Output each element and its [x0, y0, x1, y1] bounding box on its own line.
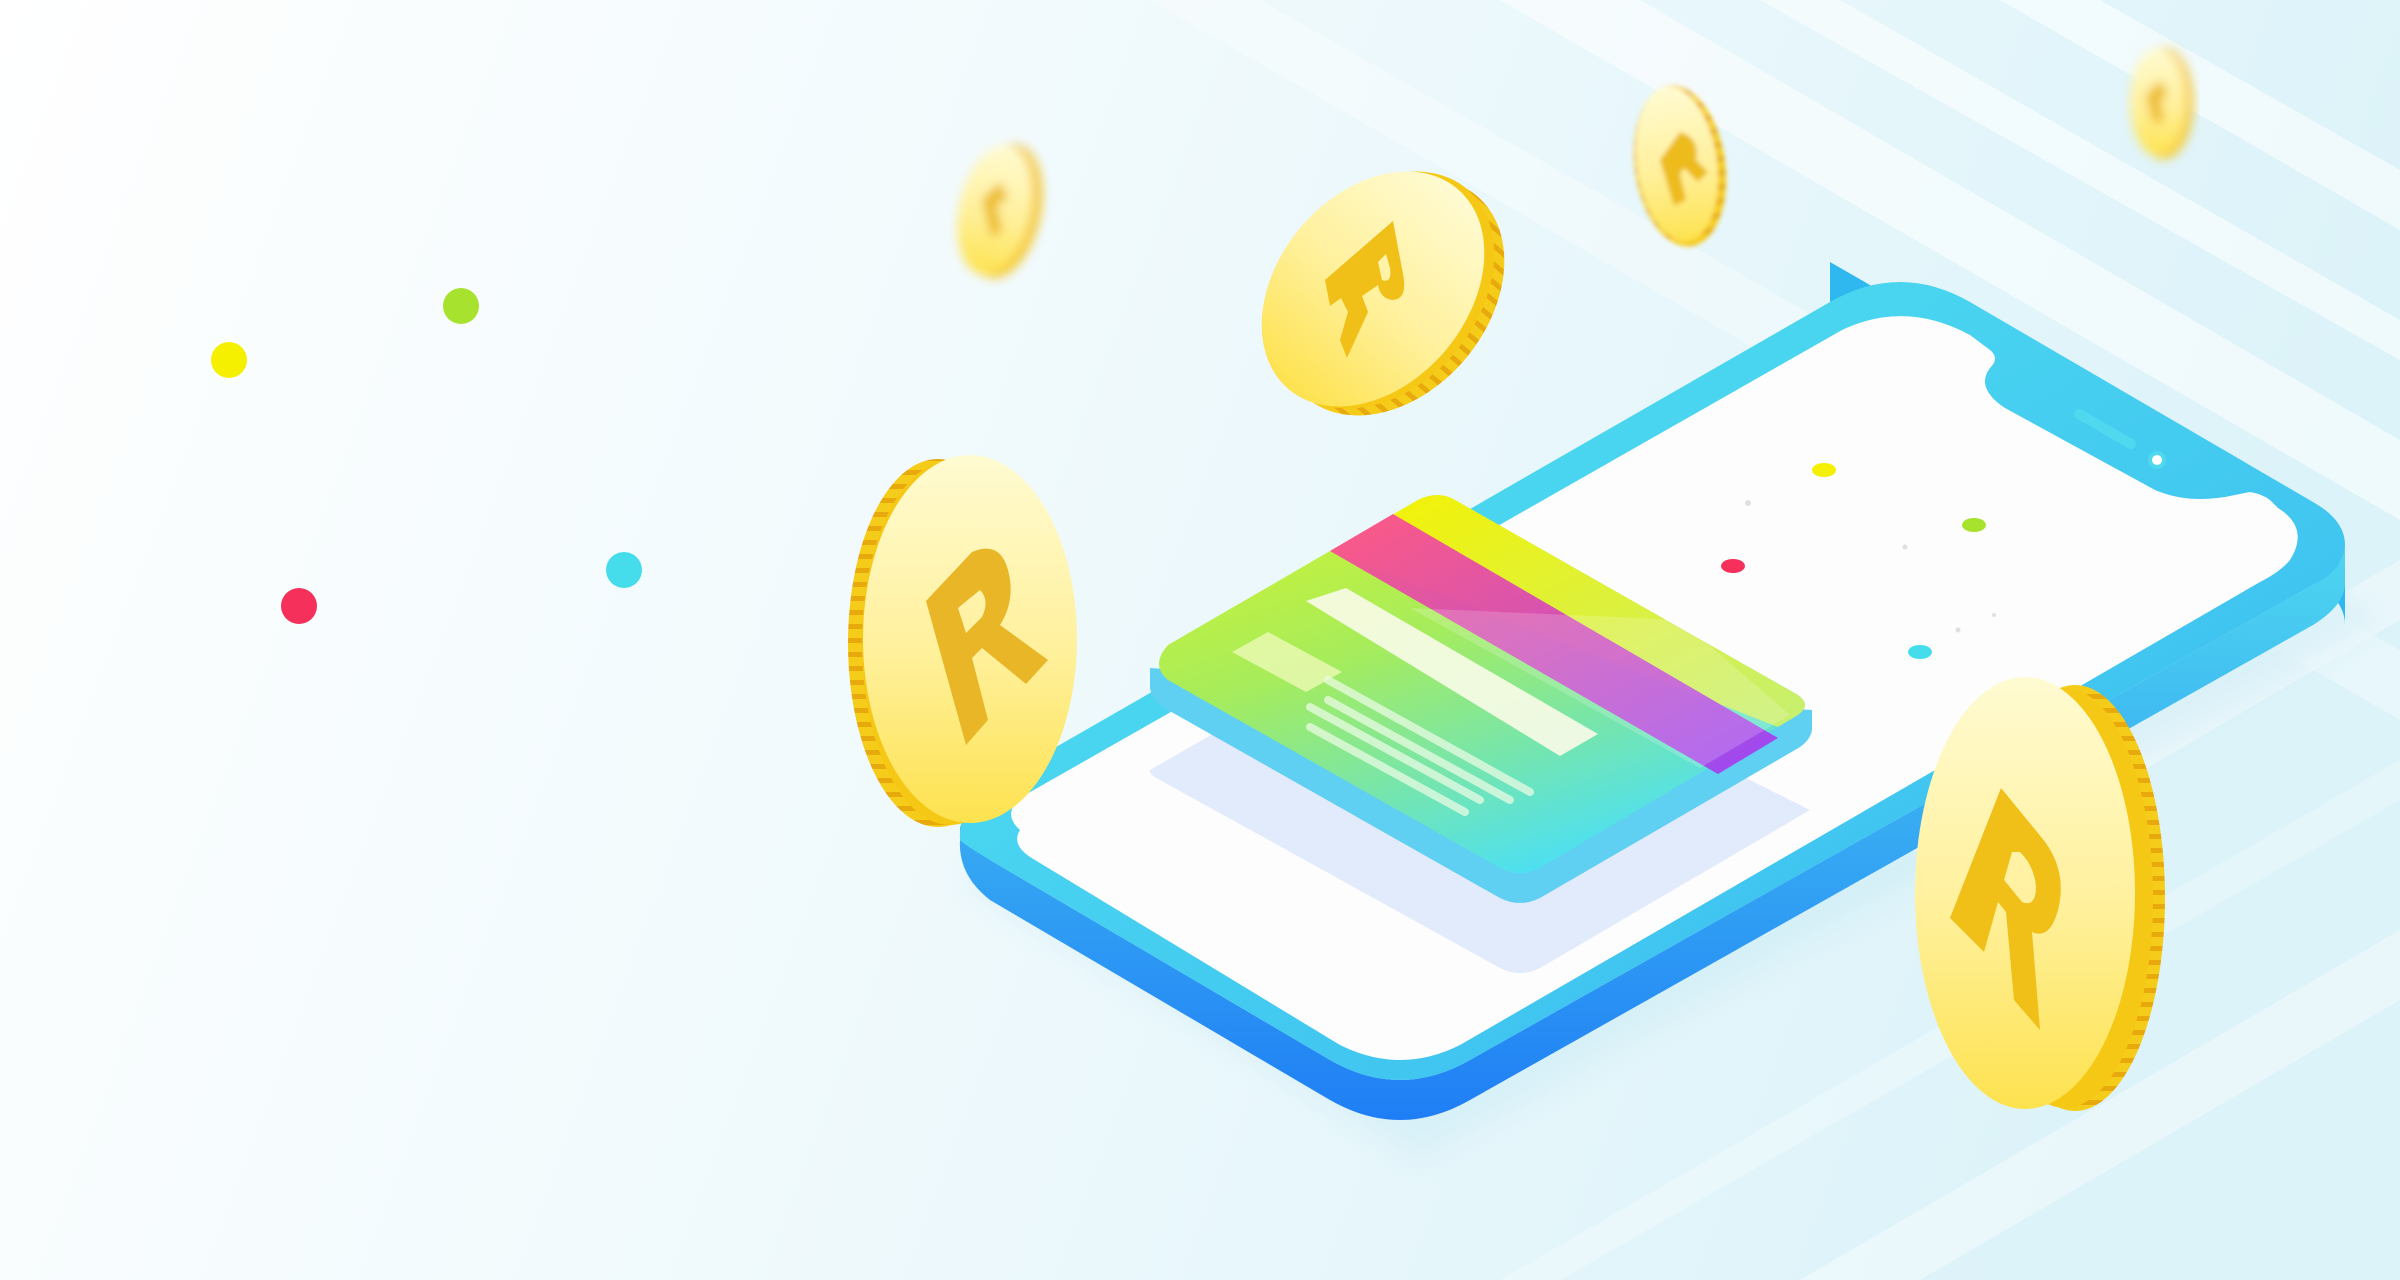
- screen-dot-yellow: [1812, 463, 1836, 477]
- screen-dot-green: [1962, 518, 1986, 532]
- screen-dot-red: [1721, 559, 1745, 573]
- screen-dot-cyan: [1908, 645, 1932, 659]
- coin-large-right: [1915, 677, 2165, 1111]
- confetti-dot-yellow: [211, 342, 247, 378]
- confetti-dot-red: [281, 588, 317, 624]
- illustration-canvas: [0, 0, 2400, 1280]
- confetti-dot-green: [443, 288, 479, 324]
- coin-large-left: [848, 455, 1077, 827]
- confetti-dot-cyan: [606, 552, 642, 588]
- coin-blurred-far: [2130, 47, 2193, 159]
